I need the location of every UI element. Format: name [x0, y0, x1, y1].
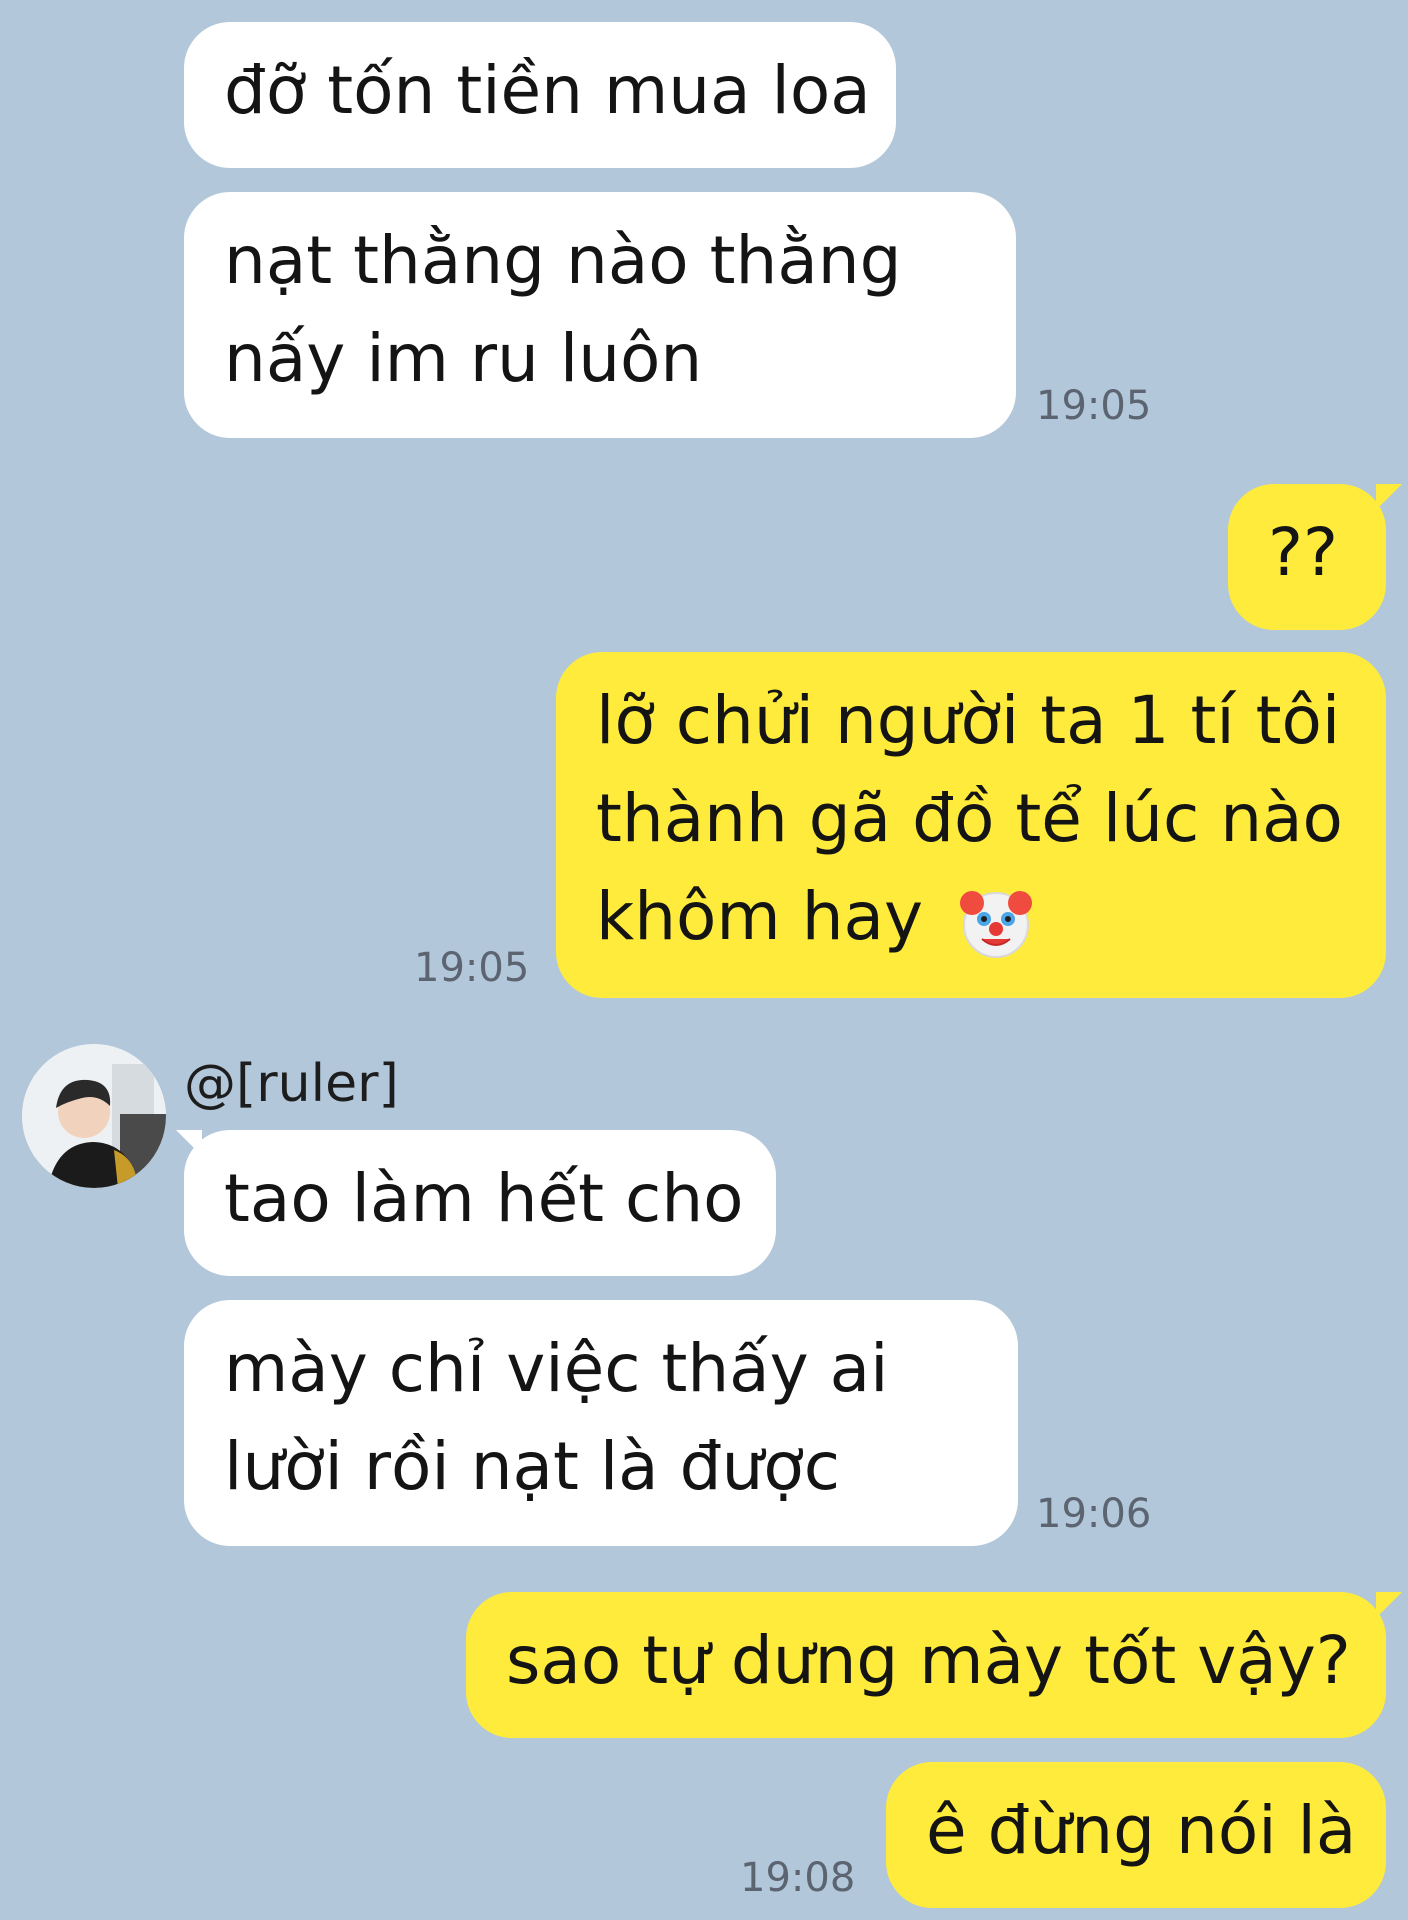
- message-timestamp: 19:05: [1036, 383, 1152, 429]
- incoming-message-bubble[interactable]: nạt thằng nào thằng nấy im ru luôn: [184, 192, 1016, 438]
- outgoing-message-bubble[interactable]: ??: [1228, 484, 1386, 630]
- message-text-line: lỡ chửi người ta 1 tí tôi: [596, 682, 1341, 759]
- message-text-line: thành gã đồ tể lúc nào: [596, 780, 1343, 857]
- message-text-line: ??: [1268, 514, 1339, 591]
- message-text-fragment: khôm hay: [596, 878, 924, 955]
- user-avatar[interactable]: [22, 1044, 166, 1188]
- bubble-tail: [1376, 484, 1402, 510]
- message-text-line: nấy im ru luôn: [224, 320, 703, 397]
- incoming-message-bubble[interactable]: đỡ tốn tiền mua loa: [184, 22, 896, 168]
- incoming-message-bubble[interactable]: mày chỉ việc thấy ai lười rồi nạt là đượ…: [184, 1300, 1018, 1546]
- message-timestamp: 19:05: [414, 945, 530, 991]
- outgoing-message-bubble[interactable]: ê đừng nói là: [886, 1762, 1386, 1908]
- outgoing-message-bubble[interactable]: lỡ chửi người ta 1 tí tôi thành gã đồ tể…: [556, 652, 1386, 998]
- message-text-line: tao làm hết cho: [224, 1160, 744, 1237]
- message-text-line: ê đừng nói là: [926, 1792, 1357, 1869]
- bubble-tail: [1376, 1592, 1402, 1618]
- sender-name: @[ruler]: [184, 1054, 399, 1114]
- outgoing-message-bubble[interactable]: sao tự dưng mày tốt vậy?: [466, 1592, 1386, 1738]
- message-text-line: nạt thằng nào thằng: [224, 222, 902, 299]
- message-timestamp: 19:06: [1036, 1491, 1152, 1537]
- avatar-image: [22, 1044, 166, 1188]
- message-text-line: khôm hay: [596, 868, 1346, 966]
- message-text-line: sao tự dưng mày tốt vậy?: [506, 1622, 1351, 1699]
- bubble-tail: [176, 1130, 202, 1156]
- message-text-line: mày chỉ việc thấy ai: [224, 1330, 889, 1407]
- incoming-message-bubble[interactable]: tao làm hết cho: [184, 1130, 776, 1276]
- message-text-line: lười rồi nạt là được: [224, 1428, 840, 1505]
- clown-face-icon: [960, 890, 1033, 958]
- message-text-line: đỡ tốn tiền mua loa: [224, 52, 871, 129]
- message-timestamp: 19:08: [740, 1855, 856, 1901]
